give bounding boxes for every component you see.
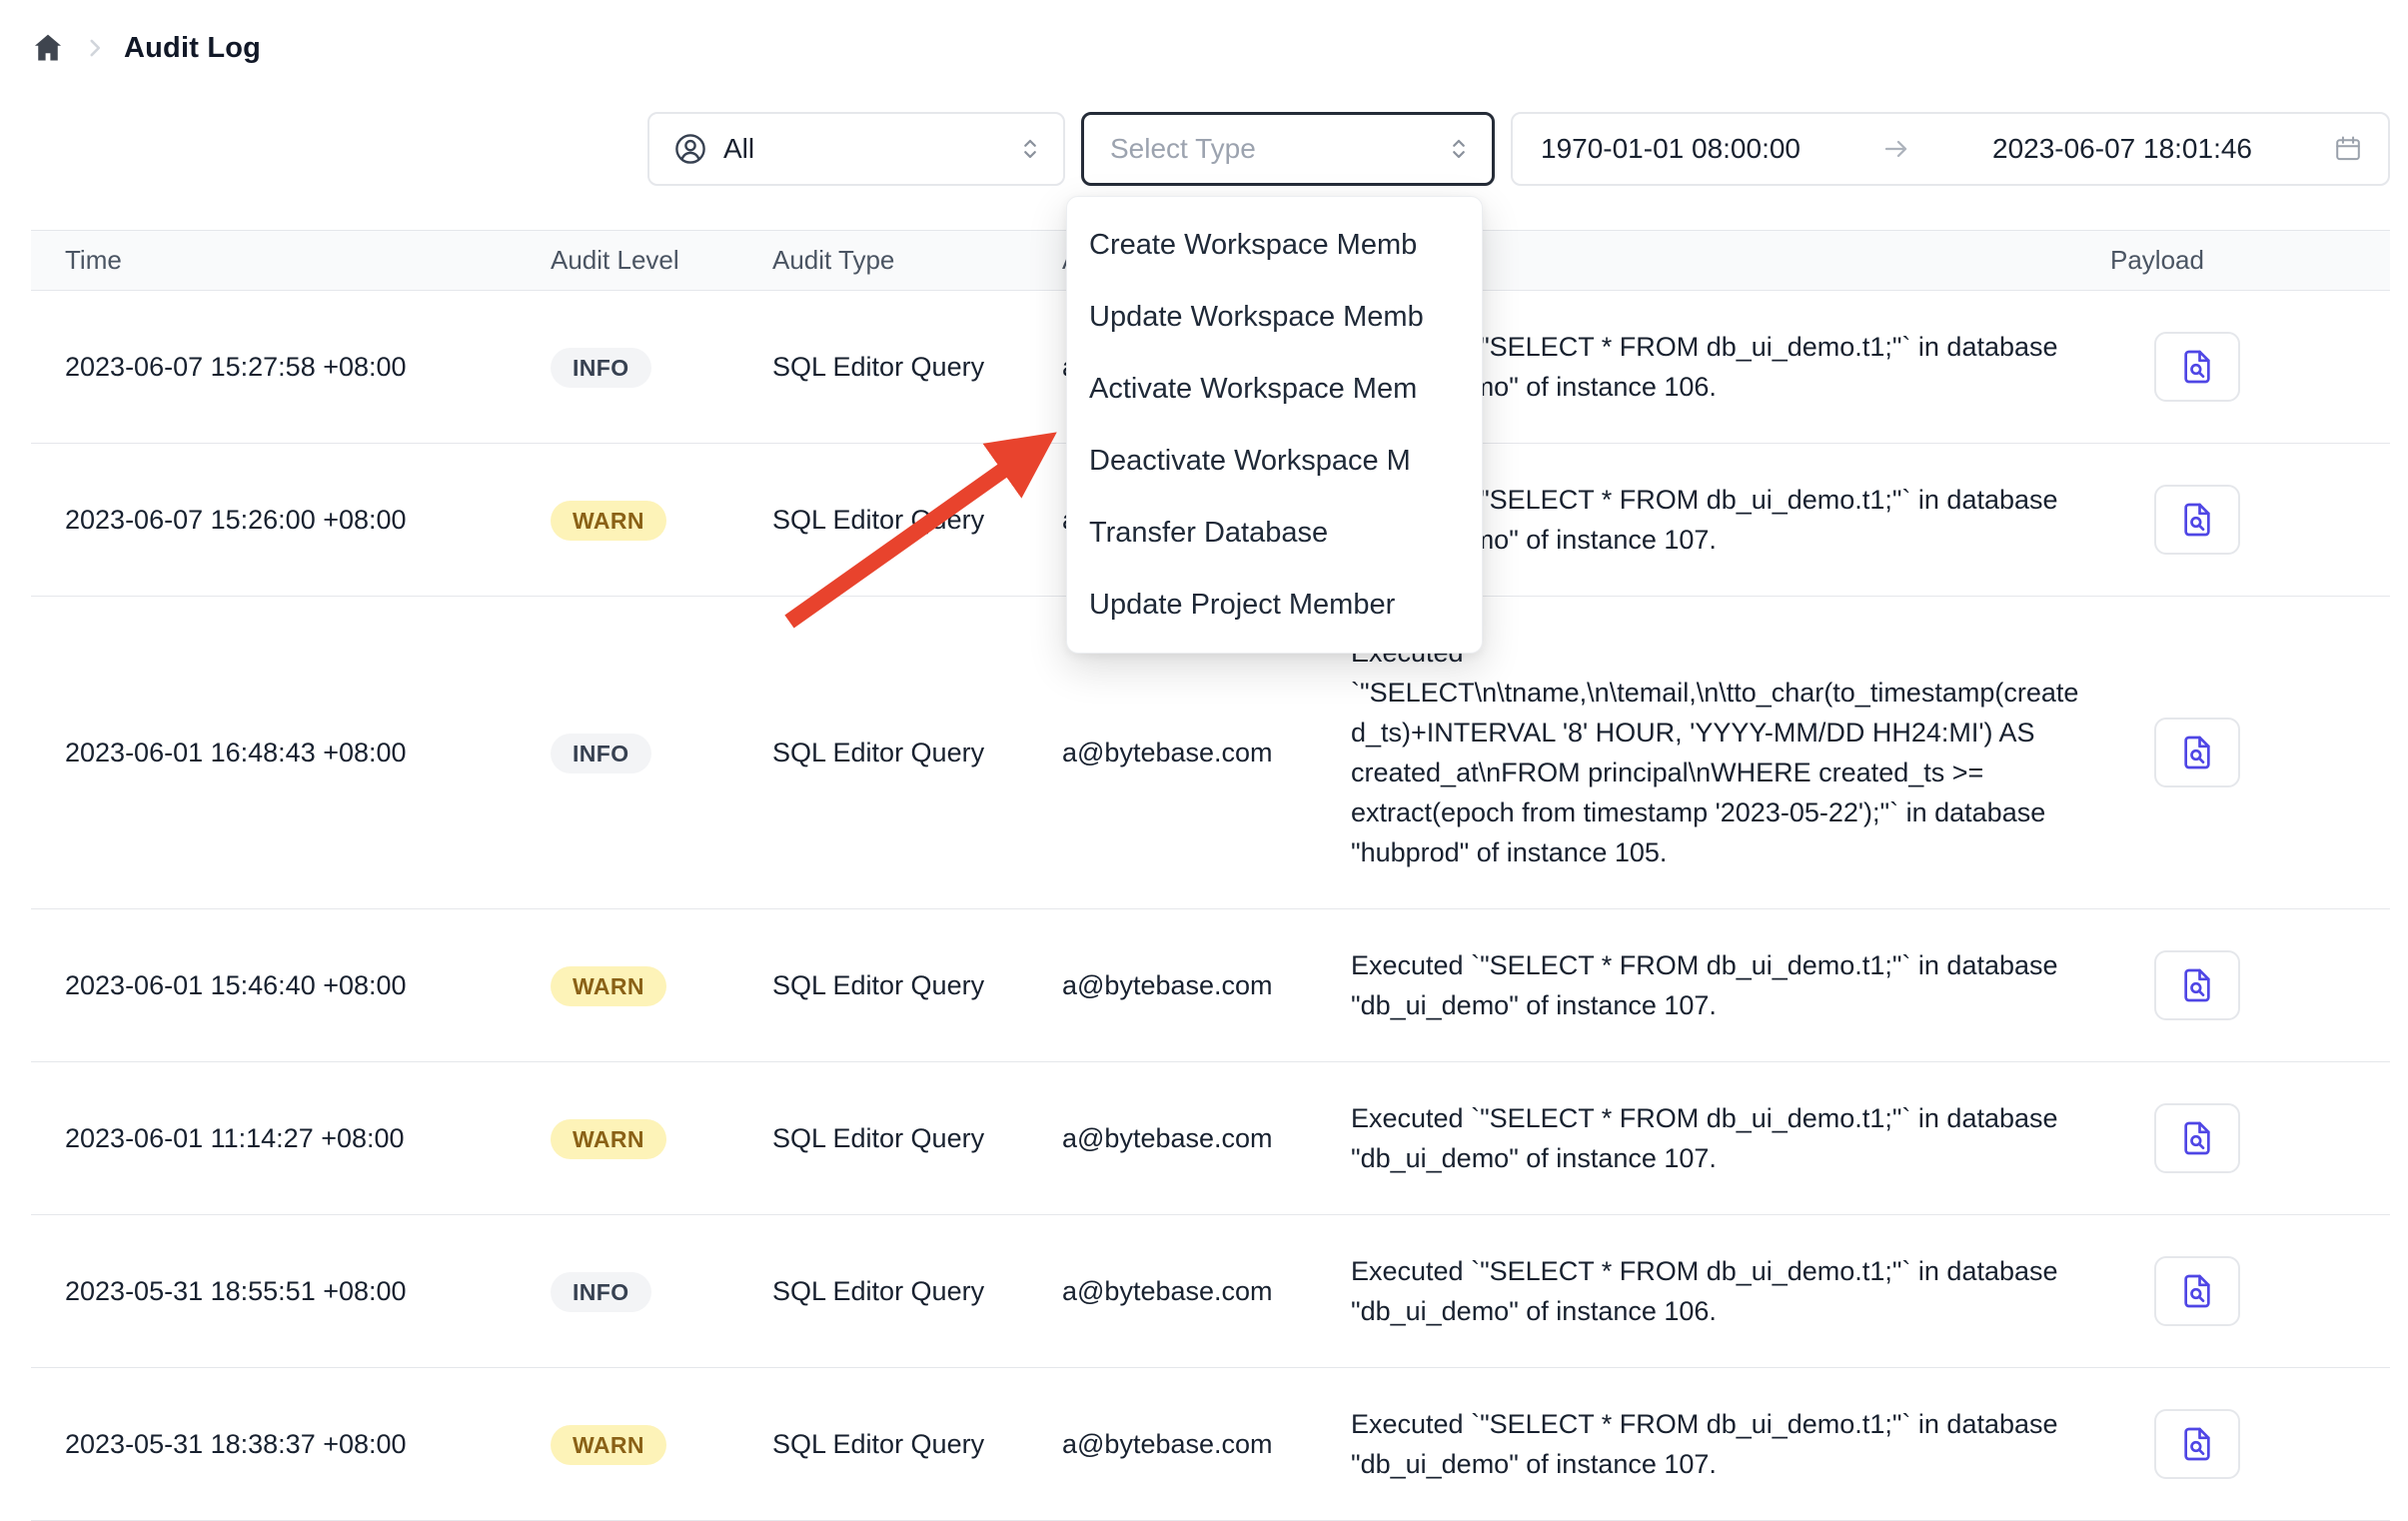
file-search-icon — [2177, 1271, 2217, 1311]
audit-type: SQL Editor Query — [772, 909, 1062, 1062]
breadcrumb: Audit Log — [0, 0, 2408, 70]
audit-time: 2023-06-01 15:46:40 +08:00 — [31, 909, 551, 1062]
dropdown-option[interactable]: Activate Workspace Mem — [1067, 353, 1482, 425]
header-audit-level: Audit Level — [551, 231, 772, 291]
file-search-icon — [2177, 1424, 2217, 1464]
dropdown-option[interactable]: Create Workspace Memb — [1067, 209, 1482, 281]
audit-level-badge: INFO — [551, 348, 651, 388]
table-row: 2023-05-31 18:55:51 +08:00 INFO SQL Edit… — [31, 1215, 2390, 1368]
filter-bar: All Select Type 1970-01-01 08:00:00 2023… — [0, 112, 2390, 186]
audit-type: SQL Editor Query — [772, 1368, 1062, 1521]
audit-type: SQL Editor Query — [772, 444, 1062, 597]
audit-payload-cell — [2110, 291, 2390, 444]
dropdown-option[interactable]: Deactivate Workspace M — [1067, 425, 1482, 497]
audit-payload-cell — [2110, 1062, 2390, 1215]
view-payload-button[interactable] — [2154, 1409, 2240, 1479]
audit-level-cell: WARN — [551, 444, 772, 597]
file-search-icon — [2177, 1118, 2217, 1158]
audit-payload-cell — [2110, 597, 2390, 909]
audit-comment: Executed `"SELECT * FROM db_ui_demo.t1;"… — [1351, 1368, 2110, 1521]
audit-actor: a@bytebase.com — [1062, 1215, 1351, 1368]
audit-time: 2023-06-07 15:27:58 +08:00 — [31, 291, 551, 444]
file-search-icon — [2177, 965, 2217, 1005]
audit-level-badge: WARN — [551, 1425, 666, 1465]
file-search-icon — [2177, 500, 2217, 540]
actor-filter-value: All — [723, 133, 1001, 165]
audit-level-cell: WARN — [551, 909, 772, 1062]
audit-payload-cell — [2110, 1368, 2390, 1521]
audit-level-badge: WARN — [551, 1119, 666, 1159]
view-payload-button[interactable] — [2154, 950, 2240, 1020]
date-range-end[interactable]: 2023-06-07 18:01:46 — [1992, 133, 2252, 165]
view-payload-button[interactable] — [2154, 332, 2240, 402]
header-audit-type: Audit Type — [772, 231, 1062, 291]
audit-time: 2023-05-31 18:55:51 +08:00 — [31, 1215, 551, 1368]
type-dropdown-popup: Create Workspace MembUpdate Workspace Me… — [1066, 196, 1483, 654]
home-icon[interactable] — [30, 30, 66, 66]
audit-actor: a@bytebase.com — [1062, 909, 1351, 1062]
audit-type: SQL Editor Query — [772, 291, 1062, 444]
audit-payload-cell — [2110, 1215, 2390, 1368]
audit-type: SQL Editor Query — [772, 1062, 1062, 1215]
arrow-right-icon — [1880, 133, 1912, 165]
audit-payload-cell — [2110, 909, 2390, 1062]
audit-actor: a@bytebase.com — [1062, 1062, 1351, 1215]
dropdown-option[interactable]: Update Project Member — [1067, 569, 1482, 641]
audit-level-badge: INFO — [551, 1272, 651, 1312]
audit-type: SQL Editor Query — [772, 1215, 1062, 1368]
file-search-icon — [2177, 733, 2217, 772]
dropdown-option[interactable]: Update Workspace Memb — [1067, 281, 1482, 353]
audit-level-badge: WARN — [551, 501, 666, 541]
audit-time: 2023-06-01 16:48:43 +08:00 — [31, 597, 551, 909]
file-search-icon — [2177, 347, 2217, 387]
chevron-right-icon — [82, 35, 108, 61]
date-range-picker[interactable]: 1970-01-01 08:00:00 2023-06-07 18:01:46 — [1511, 112, 2390, 186]
select-spinner-icon — [1015, 134, 1045, 164]
user-icon — [671, 130, 709, 168]
audit-level-badge: INFO — [551, 734, 651, 773]
view-payload-button[interactable] — [2154, 485, 2240, 555]
audit-comment: Executed `"SELECT * FROM db_ui_demo.t1;"… — [1351, 1062, 2110, 1215]
audit-level-cell: WARN — [551, 1062, 772, 1215]
type-filter-placeholder: Select Type — [1110, 133, 1444, 165]
header-payload: Payload — [2110, 231, 2390, 291]
audit-level-cell: INFO — [551, 1215, 772, 1368]
audit-comment: Executed `"SELECT * FROM db_ui_demo.t1;"… — [1351, 1215, 2110, 1368]
table-row: 2023-06-01 11:14:27 +08:00 WARN SQL Edit… — [31, 1062, 2390, 1215]
actor-filter-select[interactable]: All — [647, 112, 1065, 186]
audit-level-badge: WARN — [551, 966, 666, 1006]
audit-level-cell: INFO — [551, 291, 772, 444]
audit-payload-cell — [2110, 444, 2390, 597]
audit-comment: Executed `"SELECT * FROM db_ui_demo.t1;"… — [1351, 909, 2110, 1062]
dropdown-option[interactable]: Transfer Database — [1067, 497, 1482, 569]
view-payload-button[interactable] — [2154, 1103, 2240, 1173]
type-filter-select[interactable]: Select Type — [1081, 112, 1495, 186]
date-range-start[interactable]: 1970-01-01 08:00:00 — [1541, 133, 1801, 165]
audit-time: 2023-06-07 15:26:00 +08:00 — [31, 444, 551, 597]
audit-type: SQL Editor Query — [772, 597, 1062, 909]
audit-level-cell: WARN — [551, 1368, 772, 1521]
calendar-icon[interactable] — [2332, 133, 2364, 165]
header-time: Time — [31, 231, 551, 291]
audit-time: 2023-05-31 18:38:37 +08:00 — [31, 1368, 551, 1521]
table-row: 2023-06-01 15:46:40 +08:00 WARN SQL Edit… — [31, 909, 2390, 1062]
view-payload-button[interactable] — [2154, 718, 2240, 787]
audit-level-cell: INFO — [551, 597, 772, 909]
select-spinner-icon — [1444, 134, 1474, 164]
page-title: Audit Log — [124, 32, 261, 65]
table-row: 2023-05-31 18:38:37 +08:00 WARN SQL Edit… — [31, 1368, 2390, 1521]
audit-actor: a@bytebase.com — [1062, 1368, 1351, 1521]
audit-time: 2023-06-01 11:14:27 +08:00 — [31, 1062, 551, 1215]
